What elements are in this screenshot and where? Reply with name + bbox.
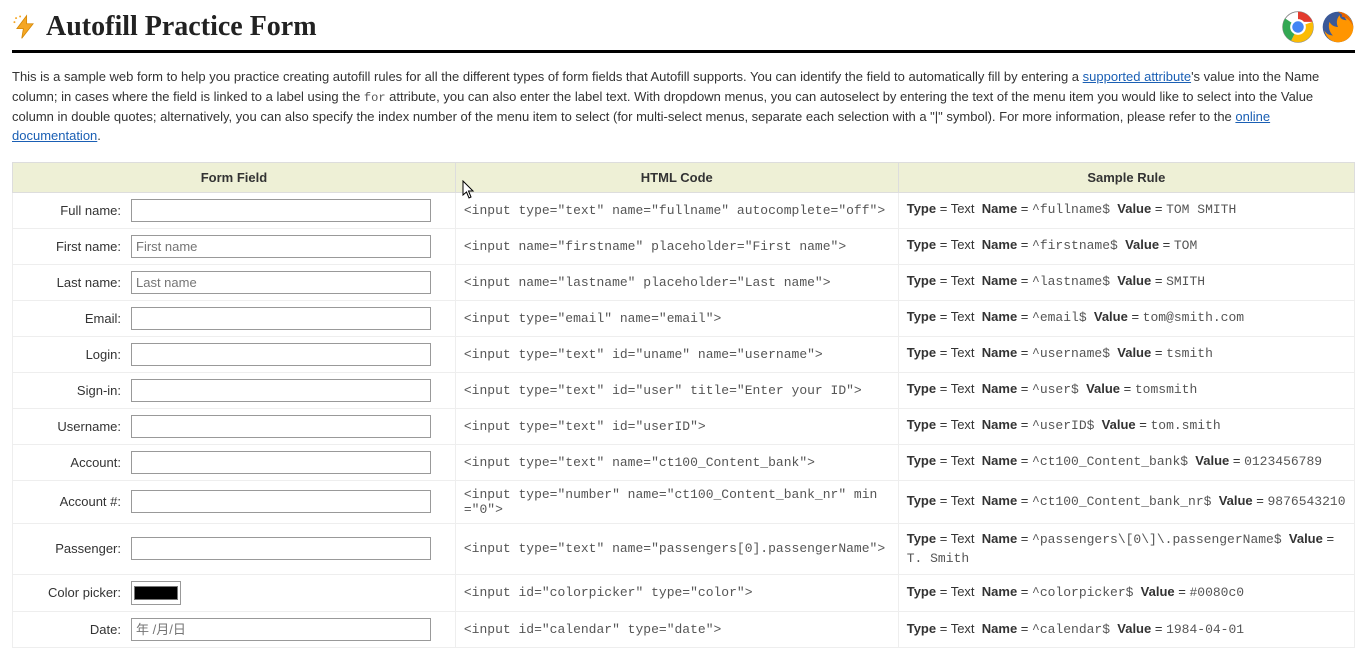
field-label: Last name: bbox=[21, 275, 121, 290]
table-row: Last name: <input name="lastname" placeho… bbox=[13, 264, 1355, 300]
field-label: Account: bbox=[21, 455, 121, 470]
table-row: Username: <input type="text" id="userID">… bbox=[13, 408, 1355, 444]
table-row: Color picker: <input id="colorpicker" typ… bbox=[13, 574, 1355, 611]
practice-form-table: Form Field HTML Code Sample Rule Full na… bbox=[12, 162, 1355, 648]
field-label: First name: bbox=[21, 239, 121, 254]
for-code: for bbox=[364, 91, 386, 105]
logo-title-group: Autofill Practice Form bbox=[12, 11, 317, 43]
html-code-cell: <input type="text" name="passengers[0].p… bbox=[455, 523, 898, 574]
html-code-cell: <input type="email" name="email"> bbox=[455, 300, 898, 336]
sample-rule-cell: Type = Text Name = ^passengers\[0\]\.pas… bbox=[898, 523, 1354, 574]
field-input[interactable] bbox=[131, 199, 431, 222]
html-code-cell: <input id="colorpicker" type="color"> bbox=[455, 574, 898, 611]
supported-attribute-link[interactable]: supported attribute bbox=[1083, 69, 1191, 84]
table-row: Full name: <input type="text" name="fulln… bbox=[13, 192, 1355, 228]
field-input[interactable] bbox=[131, 271, 431, 294]
field-input[interactable] bbox=[131, 537, 431, 560]
page-header: Autofill Practice Form bbox=[12, 10, 1355, 44]
table-row: Login: <input type="text" id="uname" name… bbox=[13, 336, 1355, 372]
sample-rule-cell: Type = Text Name = ^ct100_Content_bank_n… bbox=[898, 480, 1354, 523]
field-label: Color picker: bbox=[21, 585, 121, 600]
browser-icons-group bbox=[1281, 10, 1355, 44]
sample-rule-cell: Type = Text Name = ^fullname$ Value = TO… bbox=[898, 192, 1354, 228]
html-code-cell: <input id="calendar" type="date"> bbox=[455, 611, 898, 647]
firefox-icon[interactable] bbox=[1321, 10, 1355, 44]
intro-text-4: . bbox=[97, 128, 101, 143]
chrome-icon[interactable] bbox=[1281, 10, 1315, 44]
html-code-cell: <input type="text" name="ct100_Content_b… bbox=[455, 444, 898, 480]
table-row: First name: <input name="firstname" place… bbox=[13, 228, 1355, 264]
sample-rule-cell: Type = Text Name = ^userID$ Value = tom.… bbox=[898, 408, 1354, 444]
html-code-cell: <input type="number" name="ct100_Content… bbox=[455, 480, 898, 523]
field-input[interactable] bbox=[131, 618, 431, 641]
html-code-cell: <input name="lastname" placeholder="Last… bbox=[455, 264, 898, 300]
sample-rule-cell: Type = Text Name = ^calendar$ Value = 19… bbox=[898, 611, 1354, 647]
table-row: Email: <input type="email" name="email">T… bbox=[13, 300, 1355, 336]
table-header-row: Form Field HTML Code Sample Rule bbox=[13, 162, 1355, 192]
field-input[interactable] bbox=[131, 235, 431, 258]
html-code-cell: <input type="text" id="userID"> bbox=[455, 408, 898, 444]
field-input[interactable] bbox=[131, 379, 431, 402]
field-input[interactable] bbox=[131, 490, 431, 513]
page-title: Autofill Practice Form bbox=[46, 11, 317, 43]
html-code-cell: <input name="firstname" placeholder="Fir… bbox=[455, 228, 898, 264]
field-input[interactable] bbox=[131, 307, 431, 330]
sample-rule-cell: Type = Text Name = ^user$ Value = tomsmi… bbox=[898, 372, 1354, 408]
html-code-cell: <input type="text" id="user" title="Ente… bbox=[455, 372, 898, 408]
col-header-rule: Sample Rule bbox=[898, 162, 1354, 192]
field-label: Date: bbox=[21, 622, 121, 637]
col-header-code: HTML Code bbox=[455, 162, 898, 192]
field-label: Sign-in: bbox=[21, 383, 121, 398]
field-label: Account #: bbox=[21, 494, 121, 509]
table-row: Passenger: <input type="text" name="passe… bbox=[13, 523, 1355, 574]
html-code-cell: <input type="text" name="fullname" autoc… bbox=[455, 192, 898, 228]
table-row: Sign-in: <input type="text" id="user" tit… bbox=[13, 372, 1355, 408]
table-row: Account #: <input type="number" name="ct1… bbox=[13, 480, 1355, 523]
table-row: Date: <input id="calendar" type="date">Ty… bbox=[13, 611, 1355, 647]
field-input[interactable] bbox=[131, 343, 431, 366]
sample-rule-cell: Type = Text Name = ^ct100_Content_bank$ … bbox=[898, 444, 1354, 480]
field-input[interactable] bbox=[131, 581, 181, 605]
sample-rule-cell: Type = Text Name = ^firstname$ Value = T… bbox=[898, 228, 1354, 264]
field-input[interactable] bbox=[131, 451, 431, 474]
sample-rule-cell: Type = Text Name = ^email$ Value = tom@s… bbox=[898, 300, 1354, 336]
intro-paragraph: This is a sample web form to help you pr… bbox=[12, 67, 1355, 146]
field-label: Login: bbox=[21, 347, 121, 362]
lightning-icon bbox=[12, 14, 38, 40]
header-divider bbox=[12, 50, 1355, 53]
field-input[interactable] bbox=[131, 415, 431, 438]
intro-text-1: This is a sample web form to help you pr… bbox=[12, 69, 1083, 84]
sample-rule-cell: Type = Text Name = ^username$ Value = ts… bbox=[898, 336, 1354, 372]
html-code-cell: <input type="text" id="uname" name="user… bbox=[455, 336, 898, 372]
field-label: Email: bbox=[21, 311, 121, 326]
sample-rule-cell: Type = Text Name = ^lastname$ Value = SM… bbox=[898, 264, 1354, 300]
col-header-field: Form Field bbox=[13, 162, 456, 192]
field-label: Username: bbox=[21, 419, 121, 434]
table-row: Account: <input type="text" name="ct100_C… bbox=[13, 444, 1355, 480]
field-label: Passenger: bbox=[21, 541, 121, 556]
field-label: Full name: bbox=[21, 203, 121, 218]
sample-rule-cell: Type = Text Name = ^colorpicker$ Value =… bbox=[898, 574, 1354, 611]
